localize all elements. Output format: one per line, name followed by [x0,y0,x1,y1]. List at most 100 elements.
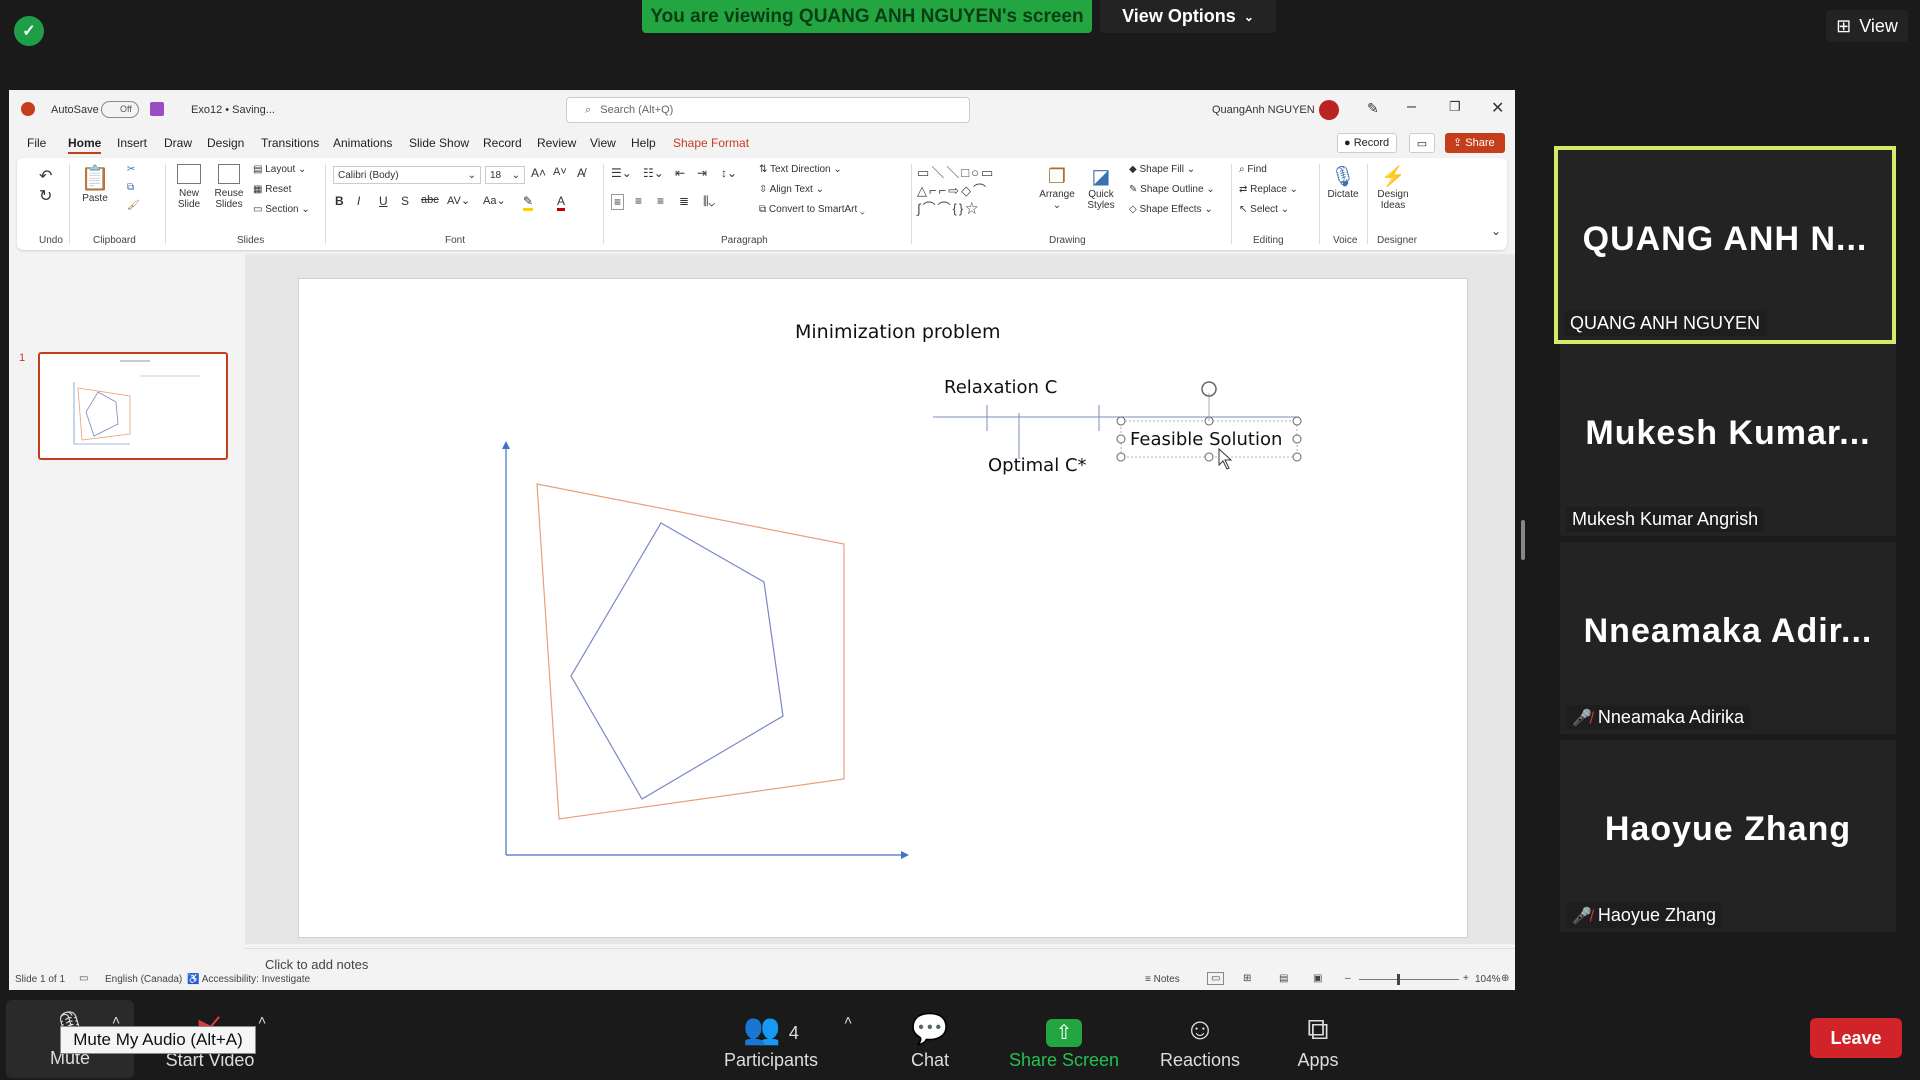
video-options-chevron-icon[interactable]: ˄ [258,1012,266,1028]
chat-button[interactable]: 💬 Chat [890,1010,970,1071]
tab-draw[interactable]: Draw [164,136,192,150]
save-icon[interactable] [150,102,164,116]
format-painter-icon[interactable]: 🖌 [127,200,140,211]
filename[interactable]: Exo12 • Saving... [191,104,275,116]
participants-button[interactable]: 👥 4 Participants [716,1010,826,1071]
bold-icon[interactable]: B [335,194,344,208]
dictate-button[interactable]: 🎙 Dictate [1325,164,1361,200]
participants-options-chevron-icon[interactable]: ˄ [844,1012,852,1028]
tab-insert[interactable]: Insert [117,136,147,150]
increase-indent-icon[interactable]: ⇥ [697,166,707,180]
copy-icon[interactable]: ⧉ [127,182,134,193]
slide-sorter-icon[interactable]: ⊞ [1243,973,1251,984]
layout-button[interactable]: ▤ Layout ⌄ [253,164,306,175]
panel-splitter[interactable] [1521,520,1525,560]
tab-home[interactable]: Home [68,136,102,154]
shapes-gallery[interactable]: ▭＼＼□○▭ △⌐⌐⇨◇⌒ ∫⌒⌒{}☆ [917,164,1029,218]
find-button[interactable]: ⌕ Find [1239,164,1267,175]
bullets-icon[interactable]: ☰⌄ [611,166,632,180]
clear-format-icon[interactable]: A̸ [577,166,585,180]
tab-design[interactable]: Design [207,136,244,150]
pen-icon[interactable]: ✎ [1367,100,1379,117]
share-button[interactable]: ⇪ Share [1445,133,1505,153]
select-button[interactable]: ↖ Select ⌄ [1239,204,1289,215]
tab-file[interactable]: File [27,136,46,150]
feasible-solution-textbox[interactable]: Feasible Solution [1130,429,1282,450]
tab-help[interactable]: Help [631,136,656,150]
reset-button[interactable]: ▦ Reset [253,184,291,195]
paste-button[interactable]: 📋 Paste [77,164,113,204]
align-right-icon[interactable]: ≡ [657,194,664,208]
collapse-ribbon-icon[interactable]: ⌄ [1491,224,1501,238]
shape-effects-button[interactable]: ◇ Shape Effects ⌄ [1129,204,1213,215]
zoom-slider[interactable] [1359,979,1459,980]
language-label[interactable]: English (Canada) [105,974,182,985]
reading-view-icon[interactable]: ▤ [1279,973,1288,984]
convert-smartart-button[interactable]: ⧉ Convert to SmartArt ⌄ [759,204,865,215]
participant-tile[interactable]: QUANG ANH N... QUANG ANH NGUYEN [1554,146,1896,344]
search-box[interactable]: ⌕ Search (Alt+Q) [566,97,970,123]
redo-icon[interactable]: ↻ [39,186,52,206]
font-name-select[interactable]: Calibri (Body) ⌄ [333,166,481,184]
tab-view[interactable]: View [590,136,616,150]
tab-animations[interactable]: Animations [333,136,392,150]
italic-icon[interactable]: I [357,194,360,208]
reuse-slides-button[interactable]: Reuse Slides [211,164,247,210]
shadow-icon[interactable]: S [401,194,409,208]
shrink-font-icon[interactable]: A˅ [553,166,567,178]
char-spacing-icon[interactable]: AV⌄ [447,194,470,207]
align-center-icon[interactable]: ≡ [635,194,642,208]
spellcheck-icon[interactable]: ▭ [79,973,88,984]
close-icon[interactable]: ✕ [1491,98,1504,118]
slideshow-icon[interactable]: ▣ [1313,973,1322,984]
strikethrough-icon[interactable]: abc [421,194,439,206]
cut-icon[interactable]: ✂ [127,164,135,175]
undo-icon[interactable]: ↶ [39,166,52,186]
restore-icon[interactable]: ❐ [1449,99,1461,115]
slide-canvas[interactable]: Minimization problem Relaxation C Optima… [298,278,1468,938]
accessibility-status[interactable]: ♿ Accessibility: Investigate [187,974,310,985]
share-screen-button[interactable]: ⇧ Share Screen [1004,1010,1124,1071]
apps-button[interactable]: ⧉ Apps [1278,1010,1358,1071]
replace-button[interactable]: ⇄ Replace ⌄ [1239,184,1298,195]
zoom-in-icon[interactable]: + [1463,973,1469,984]
shape-fill-button[interactable]: ◆ Shape Fill ⌄ [1129,164,1195,175]
columns-icon[interactable]: ⫼⌄ [703,194,715,209]
tab-record[interactable]: Record [483,136,522,150]
participant-tile[interactable]: Nneamaka Adir... 🎤̸ Nneamaka Adirika [1560,542,1896,734]
underline-icon[interactable]: U [379,194,388,208]
zoom-out-icon[interactable]: – [1345,973,1351,984]
autosave-toggle[interactable]: Off [101,101,139,118]
comments-button[interactable]: ▭ [1409,133,1435,153]
new-slide-button[interactable]: New Slide [171,164,207,210]
change-case-icon[interactable]: Aa⌄ [483,194,506,207]
participant-tile[interactable]: Haoyue Zhang 🎤̸ Haoyue Zhang [1560,740,1896,932]
minimize-icon[interactable]: – [1407,98,1416,116]
leave-button[interactable]: Leave [1810,1018,1902,1058]
numbering-icon[interactable]: ☷⌄ [643,166,664,180]
view-layout-button[interactable]: ⊞ View [1826,10,1908,42]
justify-icon[interactable]: ≣ [679,194,689,208]
reactions-button[interactable]: ☺ Reactions [1150,1010,1250,1071]
tab-slide-show[interactable]: Slide Show [409,136,469,150]
tab-shape-format[interactable]: Shape Format [673,136,749,150]
normal-view-icon[interactable]: ▭ [1207,972,1225,985]
security-shield-icon[interactable]: ✓ [14,16,44,46]
highlight-icon[interactable]: ✎ [523,194,534,211]
notes-toggle[interactable]: ≡ Notes [1145,974,1180,985]
relaxation-label[interactable]: Relaxation C [944,377,1057,398]
user-name[interactable]: QuangAnh NGUYEN [1212,104,1315,116]
arrange-button[interactable]: ❐ Arrange ⌄ [1037,164,1077,211]
text-direction-button[interactable]: ⇅ Text Direction ⌄ [759,164,842,175]
record-button[interactable]: ● Record [1337,133,1397,153]
optimal-label[interactable]: Optimal C* [988,455,1087,476]
zoom-slider-thumb[interactable] [1397,974,1400,985]
line-spacing-icon[interactable]: ↕⌄ [721,166,737,180]
align-text-button[interactable]: ⇳ Align Text ⌄ [759,184,824,195]
shape-outline-button[interactable]: ✎ Shape Outline ⌄ [1129,184,1215,195]
align-left-icon[interactable]: ≡ [611,194,625,210]
font-size-select[interactable]: 18 ⌄ [485,166,525,184]
tab-transitions[interactable]: Transitions [261,136,319,150]
view-options-button[interactable]: View Options ⌄ [1100,0,1276,33]
decrease-indent-icon[interactable]: ⇤ [675,166,685,180]
